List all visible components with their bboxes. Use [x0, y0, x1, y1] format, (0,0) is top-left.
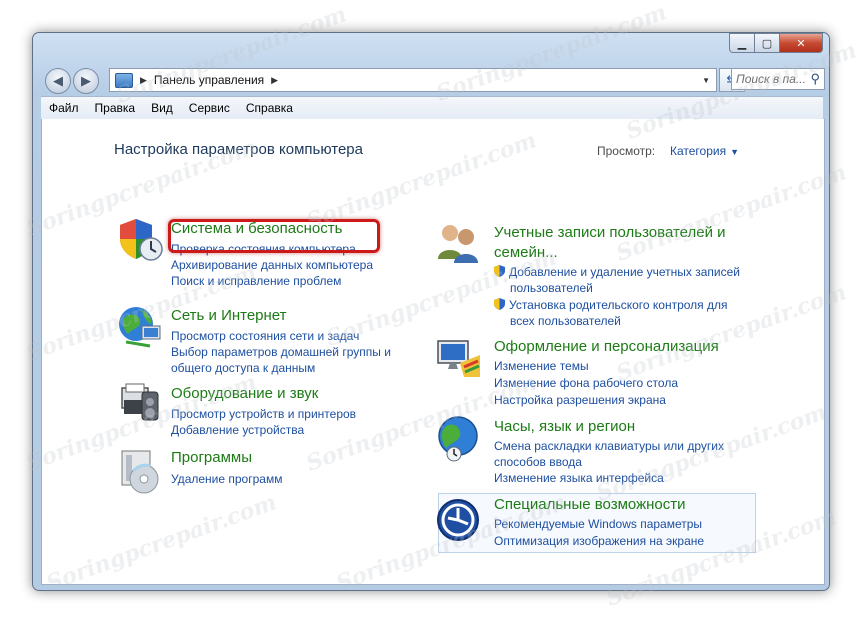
menu-tools[interactable]: Сервис — [189, 101, 230, 115]
forward-button[interactable]: ▶ — [73, 68, 99, 94]
maximize-button[interactable]: ▢ — [755, 33, 780, 53]
view-mode-dropdown[interactable]: Категория ▼ — [670, 144, 739, 158]
category-title-clock-language[interactable]: Часы, язык и регион — [494, 418, 635, 435]
category-title-programs[interactable]: Программы — [171, 449, 252, 466]
highlight-frame — [168, 219, 380, 253]
menu-help[interactable]: Справка — [246, 101, 293, 115]
link-parental-controls[interactable]: Установка родительского контроля для — [494, 298, 728, 312]
link-change-theme[interactable]: Изменение темы — [494, 359, 589, 373]
link-homegroup-line1[interactable]: Выбор параметров домашней группы и — [171, 345, 391, 359]
minimize-button[interactable]: ▁ — [729, 33, 755, 53]
back-button[interactable]: ◀ — [45, 68, 71, 94]
view-mode-value: Категория — [670, 144, 727, 158]
caption-buttons: ▁ ▢ ✕ — [729, 33, 823, 53]
programs-disc-icon — [121, 450, 159, 494]
dropdown-arrow-icon: ▼ — [730, 147, 740, 157]
uac-shield-icon — [494, 298, 505, 310]
menu-file[interactable]: Файл — [49, 101, 79, 115]
link-parental-controls-line2[interactable]: всех пользователей — [510, 314, 621, 328]
close-icon: ✕ — [796, 36, 806, 50]
link-backup-computer[interactable]: Архивирование данных компьютера — [171, 258, 373, 272]
menu-view[interactable]: Вид — [151, 101, 173, 115]
monitor-palette-icon — [437, 340, 480, 377]
back-arrow-icon: ◀ — [53, 73, 63, 89]
forward-arrow-icon: ▶ — [81, 73, 91, 89]
address-dropdown-icon[interactable]: ▼ — [702, 76, 710, 85]
link-optimize-display[interactable]: Оптимизация изображения на экране — [494, 534, 704, 548]
link-uninstall-programs[interactable]: Удаление программ — [171, 472, 282, 486]
breadcrumb-chevron-icon[interactable]: ▶ — [271, 75, 278, 86]
users-icon — [438, 225, 478, 263]
maximize-icon: ▢ — [761, 36, 773, 50]
link-add-remove-accounts-line2[interactable]: пользователей — [510, 281, 593, 295]
link-parental-controls-text: Установка родительского контроля для — [509, 298, 728, 312]
view-label: Просмотр: — [597, 144, 656, 158]
link-keyboard-layout-line2[interactable]: способов ввода — [494, 455, 582, 469]
minimize-icon: ▁ — [737, 36, 747, 50]
shield-clock-icon — [120, 219, 163, 261]
link-add-device[interactable]: Добавление устройства — [171, 423, 304, 437]
